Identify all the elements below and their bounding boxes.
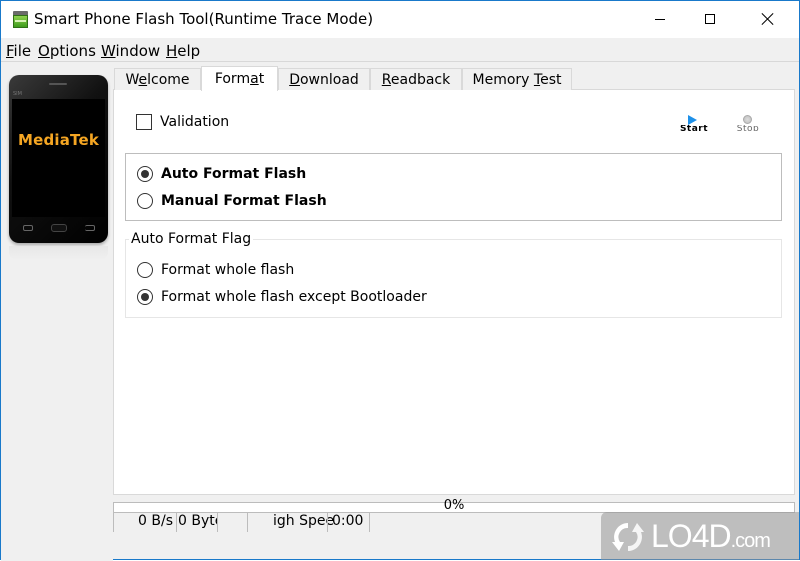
stop-button[interactable]: Stop	[728, 112, 768, 136]
lo4d-watermark: LO4D.com	[601, 512, 799, 560]
phone-image: SIM MediaTek	[9, 75, 108, 243]
menu-help[interactable]: Help	[166, 42, 200, 60]
format-whole-flash-radio[interactable]	[137, 262, 153, 278]
stop-label: Stop	[736, 125, 760, 131]
manual-format-radio[interactable]	[137, 193, 153, 209]
tab-readback[interactable]: Readback	[370, 68, 462, 90]
format-except-bootloader-label: Format whole flash except Bootloader	[161, 289, 427, 305]
phone-back-icon	[85, 225, 95, 231]
device-panel: SIM MediaTek	[1, 63, 113, 561]
stop-icon	[743, 115, 752, 124]
window-title: Smart Phone Flash Tool(Runtime Trace Mod…	[34, 10, 374, 28]
start-label: Start	[679, 125, 709, 131]
phone-home-icon	[51, 224, 67, 232]
format-mode-group: Auto Format Flash Manual Format Flash	[125, 153, 782, 221]
lo4d-watermark-text: LO4D.com	[651, 518, 771, 554]
phone-flash-app-icon	[13, 11, 28, 28]
menu-bar: File Options Window Help	[1, 38, 799, 62]
menu-options[interactable]: Options	[38, 42, 96, 60]
tab-download[interactable]: Download	[278, 68, 370, 90]
maximize-button[interactable]	[687, 1, 733, 37]
phone-screen	[12, 99, 105, 217]
play-icon	[688, 115, 697, 125]
format-whole-flash-label: Format whole flash	[161, 262, 295, 278]
status-cell-4	[247, 512, 273, 532]
menu-window[interactable]: Window	[101, 42, 160, 60]
lo4d-logo-icon	[612, 523, 644, 551]
minimize-icon	[655, 18, 665, 20]
status-time: 0:00	[327, 512, 373, 532]
manual-format-label: Manual Format Flash	[161, 193, 327, 209]
status-cell-3	[217, 512, 247, 532]
status-usb-speed: igh Spee	[273, 513, 335, 529]
start-button[interactable]: Start	[674, 112, 714, 136]
status-bytes: 0 Bytes	[176, 512, 217, 532]
format-except-bootloader-radio[interactable]	[137, 289, 153, 305]
status-speed: 0 B/s	[113, 512, 176, 532]
validation-label: Validation	[160, 114, 230, 130]
phone-menu-icon	[23, 225, 33, 231]
auto-format-flag-title: Auto Format Flag	[129, 231, 254, 247]
menu-file[interactable]: File	[6, 42, 31, 60]
tab-memory-test[interactable]: Memory Test	[462, 68, 572, 90]
phone-brand-label: MediaTek	[17, 131, 100, 149]
format-tab-content: Validation Start Stop Auto Format Flash …	[113, 90, 795, 495]
phone-carrier-text: SIM	[13, 91, 22, 97]
close-icon	[762, 13, 774, 25]
maximize-icon	[705, 14, 715, 24]
minimize-button[interactable]	[637, 1, 683, 37]
validation-checkbox[interactable]	[136, 114, 152, 130]
close-button[interactable]	[745, 1, 791, 37]
auto-format-flag-group: Auto Format Flag Format whole flash Form…	[125, 231, 782, 318]
auto-format-label: Auto Format Flash	[161, 166, 307, 182]
phone-speaker	[49, 83, 67, 85]
tab-welcome[interactable]: Welcome	[114, 68, 201, 90]
app-window: Smart Phone Flash Tool(Runtime Trace Mod…	[0, 0, 800, 561]
progress-text: 0%	[443, 498, 465, 513]
title-bar[interactable]: Smart Phone Flash Tool(Runtime Trace Mod…	[1, 1, 799, 38]
phone-reflection	[9, 246, 108, 260]
auto-format-radio[interactable]	[137, 166, 153, 182]
tab-format[interactable]: Format	[201, 66, 278, 91]
